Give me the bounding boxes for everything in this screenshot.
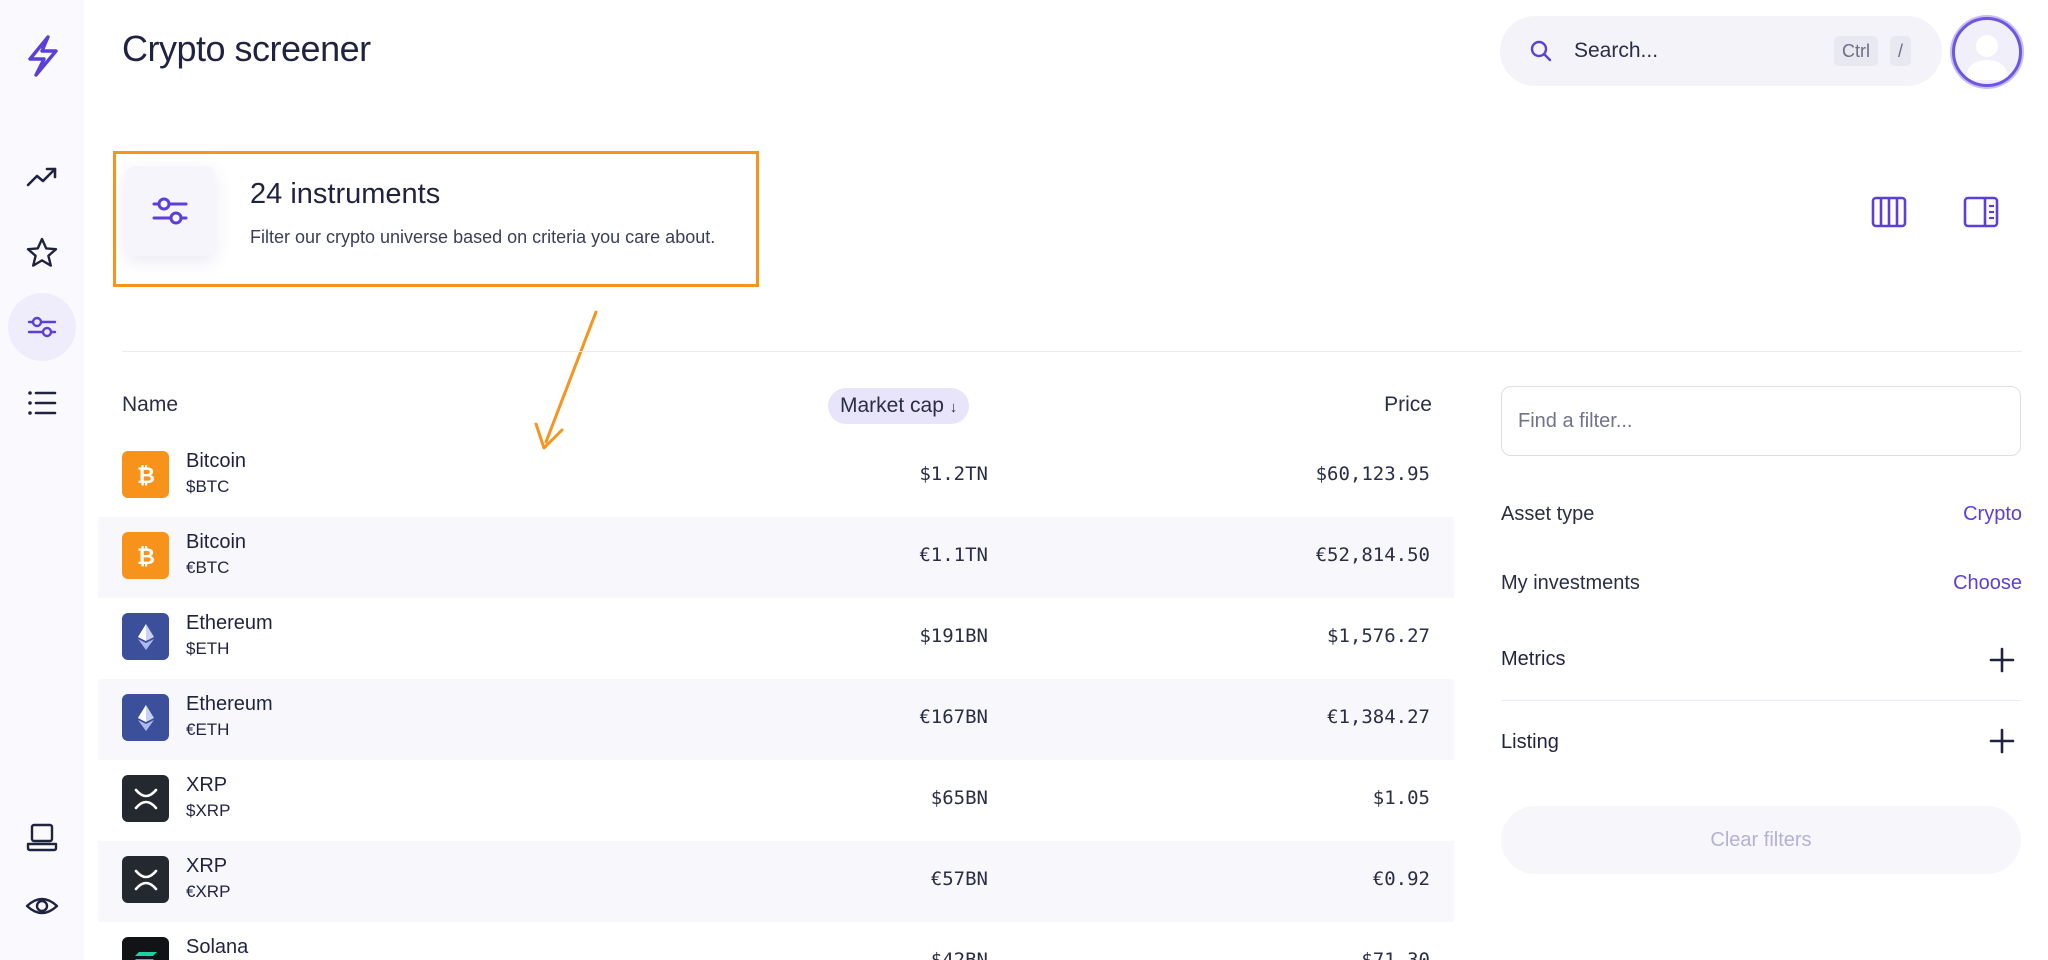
- filter-settings-icon: [125, 166, 215, 256]
- price-value: $71.30: [1361, 949, 1430, 960]
- xrp-icon: [122, 775, 169, 822]
- sidebar: [0, 0, 84, 960]
- xrp-icon: [122, 856, 169, 903]
- filters-icon[interactable]: [8, 293, 76, 361]
- coin-name: XRP: [186, 774, 228, 796]
- star-icon[interactable]: [8, 219, 76, 287]
- instruments-count: 24 instruments: [250, 178, 441, 210]
- market-cap-label: Market cap: [840, 394, 944, 417]
- coin-ticker: €XRP: [186, 882, 231, 901]
- page-title: Crypto screener: [122, 28, 371, 69]
- user-icon: [1965, 35, 2009, 80]
- listing-section-label[interactable]: Listing: [1501, 731, 1559, 754]
- solana-icon: [122, 937, 169, 960]
- coin-name: Ethereum: [186, 612, 273, 634]
- lightning-logo-icon[interactable]: [22, 34, 62, 78]
- market-cap-value: €57BN: [930, 868, 988, 890]
- column-header-name[interactable]: Name: [122, 393, 178, 417]
- coin-ticker: €ETH: [186, 720, 230, 739]
- column-header-market-cap[interactable]: Market cap ↓: [828, 388, 970, 424]
- column-header-price[interactable]: Price: [1384, 393, 1432, 417]
- laptop-icon[interactable]: [8, 803, 76, 871]
- my-investments-choose-link[interactable]: Choose: [1953, 572, 2022, 595]
- clear-filters-button[interactable]: Clear filters: [1501, 806, 2021, 874]
- coin-name: Bitcoin: [186, 531, 247, 553]
- bitcoin-icon: ₿: [122, 451, 169, 498]
- find-filter-input[interactable]: [1501, 386, 2021, 456]
- bitcoin-icon: ₿: [122, 532, 169, 579]
- search-bar[interactable]: Ctrl /: [1500, 16, 1942, 86]
- listing-expand-plus-icon[interactable]: [1988, 727, 2016, 755]
- trending-icon[interactable]: [8, 143, 76, 211]
- table-row[interactable]: Solana $42BN $71.30: [98, 922, 1454, 960]
- asset-type-value-link[interactable]: Crypto: [1963, 503, 2022, 526]
- market-cap-value: €1.1TN: [919, 544, 988, 566]
- annotation-arrow: [534, 310, 598, 450]
- coin-ticker: $BTC: [186, 477, 230, 496]
- coin-name: Solana: [186, 936, 249, 958]
- sort-arrow-icon: ↓: [949, 399, 958, 416]
- table-row[interactable]: XRP $XRP $65BN $1.05: [98, 760, 1454, 841]
- coin-name: XRP: [186, 855, 228, 877]
- price-value: €52,814.50: [1315, 544, 1430, 566]
- market-cap-value: €167BN: [919, 706, 988, 728]
- ethereum-icon: [122, 694, 169, 741]
- price-value: €0.92: [1372, 868, 1430, 890]
- table-row[interactable]: ₿ Bitcoin €BTC €1.1TN €52,814.50: [98, 517, 1454, 598]
- svg-text:₿: ₿: [137, 464, 155, 489]
- price-value: $1.05: [1372, 787, 1430, 809]
- market-cap-value: $1.2TN: [919, 463, 988, 485]
- instruments-subtitle: Filter our crypto universe based on crit…: [250, 227, 716, 247]
- side-panel-icon[interactable]: [1963, 194, 1999, 230]
- price-value: $1,576.27: [1327, 625, 1430, 647]
- coin-name: Bitcoin: [186, 450, 247, 472]
- ethereum-icon: [122, 613, 169, 660]
- svg-text:₿: ₿: [137, 545, 155, 570]
- metrics-expand-plus-icon[interactable]: [1988, 646, 2016, 674]
- table-row[interactable]: Ethereum $ETH $191BN $1,576.27: [98, 598, 1454, 679]
- search-icon: [1528, 38, 1554, 64]
- coin-ticker: $ETH: [186, 639, 230, 658]
- eye-icon[interactable]: [8, 872, 76, 940]
- market-cap-value: $42BN: [930, 949, 988, 960]
- metrics-section-label[interactable]: Metrics: [1501, 648, 1565, 671]
- price-value: €1,384.27: [1327, 706, 1430, 728]
- table-row[interactable]: XRP €XRP €57BN €0.92: [98, 841, 1454, 922]
- shortcut-slash-key: /: [1890, 36, 1912, 66]
- columns-view-icon[interactable]: [1871, 194, 1907, 230]
- coin-name: Ethereum: [186, 693, 273, 715]
- table-row[interactable]: Ethereum €ETH €167BN €1,384.27: [98, 679, 1454, 760]
- coin-ticker: €BTC: [186, 558, 230, 577]
- my-investments-label: My investments: [1501, 572, 1640, 594]
- coin-ticker: $XRP: [186, 801, 231, 820]
- table-row[interactable]: ₿ Bitcoin $BTC $1.2TN $60,123.95: [98, 436, 1454, 517]
- list-icon[interactable]: [8, 369, 76, 437]
- shortcut-ctrl-key: Ctrl: [1834, 36, 1878, 66]
- price-value: $60,123.95: [1315, 463, 1430, 485]
- divider: [122, 351, 2022, 352]
- market-cap-value: $65BN: [930, 787, 988, 809]
- market-cap-value: $191BN: [919, 625, 988, 647]
- asset-type-label: Asset type: [1501, 503, 1595, 525]
- search-input[interactable]: [1574, 16, 1814, 86]
- avatar[interactable]: [1952, 17, 2022, 87]
- filter-divider: [1501, 700, 2021, 701]
